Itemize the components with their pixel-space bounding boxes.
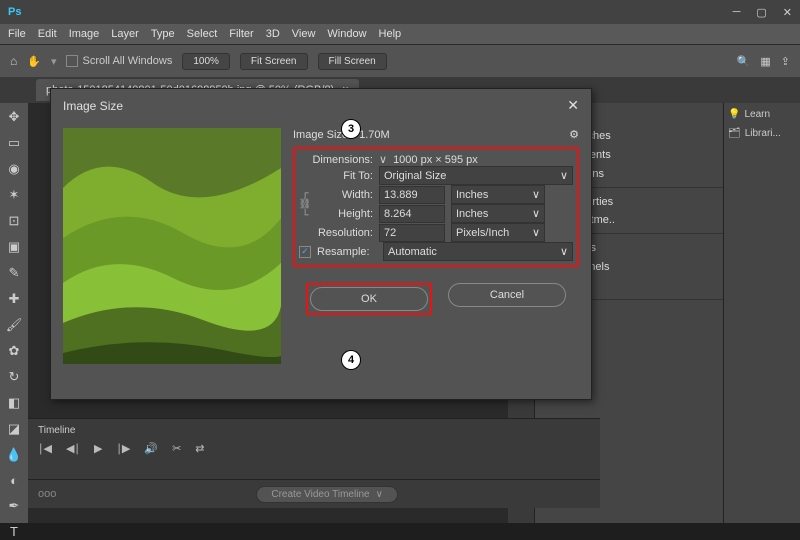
home-icon[interactable]: ⌂ — [10, 54, 17, 68]
menu-select[interactable]: Select — [187, 28, 218, 40]
fit-to-select[interactable]: Original Size∨ — [379, 166, 573, 185]
close-icon[interactable]: ✕ — [783, 6, 792, 19]
resample-select[interactable]: Automatic∨ — [383, 242, 573, 261]
timeline-title: Timeline — [38, 425, 590, 436]
width-label: Width: — [313, 189, 373, 201]
lasso-tool-icon[interactable]: ◉ — [6, 161, 22, 177]
wand-tool-icon[interactable]: ✶ — [6, 187, 22, 203]
minimize-icon[interactable]: ─ — [733, 6, 741, 19]
menu-layer[interactable]: Layer — [111, 28, 139, 40]
dodge-tool-icon[interactable]: ◐ — [6, 473, 22, 488]
tools-panel: ✥ ▭ ◉ ✶ ⊡ ▣ ✎ ✚ 🖌 ✿ ↻ ◧ ◪ 💧 ◐ ✒ T ▷ ▢ ✋ … — [0, 103, 28, 523]
image-preview — [63, 128, 281, 364]
crop-tool-icon[interactable]: ⊡ — [6, 213, 22, 229]
search-icon[interactable]: 🔍 — [737, 55, 751, 68]
menu-3d[interactable]: 3D — [266, 28, 280, 40]
move-tool-icon[interactable]: ✥ — [6, 109, 22, 125]
libraries-icon: 🗂 — [728, 128, 741, 139]
chevron-down-icon: ∨ — [376, 489, 383, 500]
chevron-down-icon: ∨ — [560, 169, 568, 182]
height-unit-select[interactable]: Inches∨ — [451, 204, 545, 223]
heal-tool-icon[interactable]: ✚ — [6, 291, 22, 307]
image-size-value: 1.70M — [359, 129, 390, 141]
callout-3: 3 — [342, 120, 360, 138]
timeline-panel: Timeline ∣◀ ◀∣ ▶ ∣▶ 🔊 ✂ ⇄ — [28, 418, 600, 479]
menu-window[interactable]: Window — [327, 28, 366, 40]
blur-tool-icon[interactable]: 💧 — [6, 447, 22, 463]
link-icon[interactable]: ⛓ — [299, 199, 312, 210]
workspace-icon[interactable]: ▦ — [760, 55, 770, 68]
fill-screen-button[interactable]: Fill Screen — [318, 53, 387, 70]
fit-to-label: Fit To: — [299, 170, 373, 182]
eyedropper-tool-icon[interactable]: ✎ — [6, 265, 22, 281]
history-brush-icon[interactable]: ↻ — [6, 369, 22, 385]
app-logo: Ps — [8, 6, 21, 18]
timeline-footer: ooo Create Video Timeline∨ — [28, 479, 600, 508]
width-input[interactable] — [379, 186, 445, 204]
menu-type[interactable]: Type — [151, 28, 175, 40]
timeline-prev-icon[interactable]: ◀∣ — [66, 442, 80, 455]
resample-label: Resample: — [317, 246, 377, 258]
menu-view[interactable]: View — [292, 28, 316, 40]
chevron-down-icon[interactable]: ∨ — [379, 153, 387, 166]
chevron-down-icon: ∨ — [532, 226, 540, 239]
learn-panel: 💡Learn 🗂Librari... — [723, 103, 800, 523]
menu-filter[interactable]: Filter — [229, 28, 253, 40]
image-size-dialog: Image Size ✕ Image Size: 1.70M ⚙ D — [50, 88, 592, 400]
highlight-box-3: Dimensions: ∨ 1000 px × 595 px Fit To: O… — [293, 147, 579, 267]
resolution-unit-select[interactable]: Pixels/Inch∨ — [451, 223, 545, 242]
timeline-transition-icon[interactable]: ⇄ — [195, 442, 204, 455]
share-icon[interactable]: ⇪ — [781, 55, 790, 68]
stamp-tool-icon[interactable]: ✿ — [6, 343, 22, 359]
timeline-first-icon[interactable]: ∣◀ — [38, 442, 52, 455]
fit-screen-button[interactable]: Fit Screen — [240, 53, 308, 70]
maximize-icon[interactable]: ▢ — [756, 6, 766, 19]
highlight-box-4: OK — [306, 283, 432, 315]
gradient-tool-icon[interactable]: ◪ — [6, 421, 22, 437]
menu-image[interactable]: Image — [69, 28, 100, 40]
chevron-down-icon: ∨ — [532, 207, 540, 220]
learn-button[interactable]: 💡Learn — [728, 109, 796, 120]
title-bar: Ps ─ ▢ ✕ — [0, 0, 800, 24]
brush-tool-icon[interactable]: 🖌 — [6, 317, 22, 333]
dimensions-label: Dimensions: — [299, 154, 373, 166]
timeline-next-icon[interactable]: ∣▶ — [116, 442, 130, 455]
timeline-scroll[interactable]: ooo — [38, 488, 56, 500]
libraries-button[interactable]: 🗂Librari... — [728, 128, 796, 139]
callout-4: 4 — [342, 351, 360, 369]
resolution-label: Resolution: — [299, 227, 373, 239]
timeline-audio-icon[interactable]: 🔊 — [144, 442, 158, 455]
chevron-down-icon: ∨ — [532, 188, 540, 201]
scroll-all-checkbox[interactable]: Scroll All Windows — [66, 55, 172, 67]
options-bar: ⌂ ✋ ▾ Scroll All Windows 100% Fit Screen… — [0, 44, 800, 77]
menu-file[interactable]: File — [8, 28, 26, 40]
width-unit-select[interactable]: Inches∨ — [451, 185, 545, 204]
timeline-cut-icon[interactable]: ✂ — [172, 442, 181, 455]
dialog-close-icon[interactable]: ✕ — [567, 97, 579, 114]
type-tool-icon[interactable]: T — [6, 524, 22, 539]
resample-checkbox[interactable]: ✓ — [299, 246, 311, 258]
hand-icon[interactable]: ✋ — [27, 55, 41, 68]
chevron-down-icon: ∨ — [560, 245, 568, 258]
menu-bar: File Edit Image Layer Type Select Filter… — [0, 24, 800, 44]
height-label: Height: — [313, 208, 373, 220]
eraser-tool-icon[interactable]: ◧ — [6, 395, 22, 411]
dialog-title: Image Size — [63, 99, 123, 113]
height-input[interactable] — [379, 205, 445, 223]
resolution-input[interactable] — [379, 224, 445, 242]
ok-button[interactable]: OK — [310, 287, 428, 311]
gear-icon[interactable]: ⚙ — [569, 128, 579, 141]
zoom-level[interactable]: 100% — [182, 53, 230, 70]
frame-tool-icon[interactable]: ▣ — [6, 239, 22, 255]
menu-edit[interactable]: Edit — [38, 28, 57, 40]
pen-tool-icon[interactable]: ✒ — [6, 498, 22, 514]
menu-help[interactable]: Help — [379, 28, 402, 40]
dimensions-value: 1000 px × 595 px — [393, 154, 478, 166]
bulb-icon: 💡 — [728, 109, 740, 120]
marquee-tool-icon[interactable]: ▭ — [6, 135, 22, 151]
timeline-play-icon[interactable]: ▶ — [94, 442, 102, 455]
cancel-button[interactable]: Cancel — [448, 283, 566, 307]
create-video-timeline-button[interactable]: Create Video Timeline∨ — [256, 486, 398, 503]
